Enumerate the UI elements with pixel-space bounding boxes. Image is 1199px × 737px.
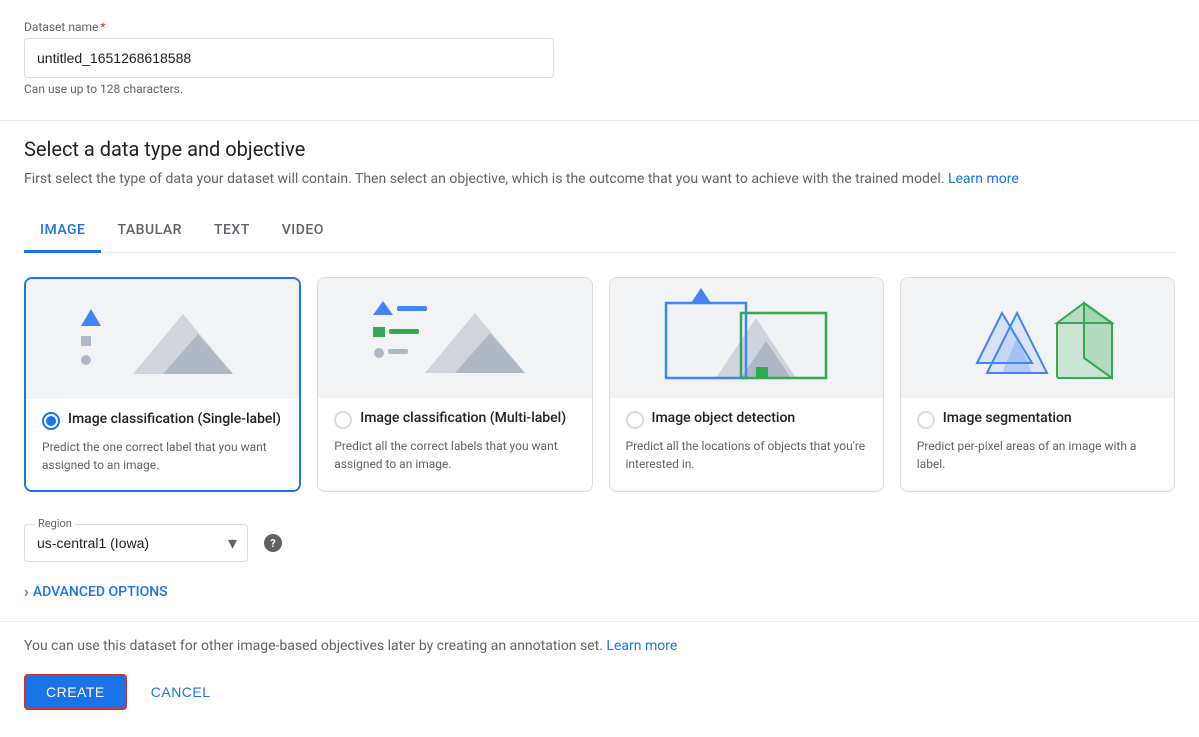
- dataset-name-section: Dataset name* Can use up to 128 characte…: [24, 20, 1175, 96]
- cancel-button[interactable]: CANCEL: [139, 676, 223, 708]
- card-segmentation-content: Image segmentation Predict per-pixel are…: [901, 398, 1174, 489]
- region-select[interactable]: us-central1 (Iowa) us-east1 (South Carol…: [25, 525, 247, 561]
- section-title: Select a data type and objective: [24, 137, 1175, 161]
- section-description: First select the type of data your datas…: [24, 169, 1175, 190]
- tab-text[interactable]: TEXT: [198, 210, 266, 253]
- card-multi-label-content: Image classification (Multi-label) Predi…: [318, 398, 591, 489]
- section-learn-more-link[interactable]: Learn more: [948, 171, 1019, 187]
- divider-1: [0, 120, 1199, 121]
- tab-video[interactable]: VIDEO: [266, 210, 340, 253]
- dataset-name-hint: Can use up to 128 characters.: [24, 82, 1175, 96]
- region-help-icon[interactable]: ?: [264, 534, 282, 552]
- card-segmentation-title: Image segmentation: [943, 410, 1072, 426]
- advanced-options-toggle[interactable]: › ADVANCED OPTIONS: [24, 582, 1175, 601]
- card-segmentation-radio-row: Image segmentation: [917, 410, 1158, 429]
- card-single-label[interactable]: Image classification (Single-label) Pred…: [24, 277, 301, 492]
- tab-tabular[interactable]: TABULAR: [101, 210, 197, 253]
- card-multi-label-title: Image classification (Multi-label): [360, 410, 566, 426]
- card-segmentation[interactable]: Image segmentation Predict per-pixel are…: [900, 277, 1175, 492]
- card-single-label-radio[interactable]: [42, 412, 60, 430]
- data-type-tabs: IMAGE TABULAR TEXT VIDEO: [24, 210, 1175, 253]
- bottom-note: You can use this dataset for other image…: [24, 638, 1175, 654]
- dataset-name-label: Dataset name*: [24, 20, 1175, 34]
- region-select-wrapper: Region us-central1 (Iowa) us-east1 (Sout…: [24, 524, 248, 562]
- card-single-label-desc: Predict the one correct label that you w…: [42, 438, 283, 474]
- card-object-detection-radio[interactable]: [626, 411, 644, 429]
- card-object-detection-desc: Predict all the locations of objects tha…: [626, 437, 867, 473]
- card-object-detection-title: Image object detection: [652, 410, 796, 426]
- card-object-detection-image: [610, 278, 883, 398]
- advanced-options-section: › ADVANCED OPTIONS: [24, 582, 1175, 601]
- action-buttons: CREATE CANCEL: [24, 674, 1175, 710]
- create-button[interactable]: CREATE: [24, 674, 127, 710]
- tab-image[interactable]: IMAGE: [24, 210, 101, 253]
- advanced-options-label: ADVANCED OPTIONS: [33, 584, 168, 600]
- card-single-label-image: [26, 279, 299, 399]
- card-multi-label[interactable]: Image classification (Multi-label) Predi…: [317, 277, 592, 492]
- objective-cards: Image classification (Single-label) Pred…: [24, 277, 1175, 492]
- card-single-label-content: Image classification (Single-label) Pred…: [26, 399, 299, 490]
- card-single-label-title: Image classification (Single-label): [68, 411, 281, 427]
- card-multi-label-image: [318, 278, 591, 398]
- card-multi-label-radio-row: Image classification (Multi-label): [334, 410, 575, 429]
- card-segmentation-desc: Predict per-pixel areas of an image with…: [917, 437, 1158, 473]
- card-object-detection[interactable]: Image object detection Predict all the l…: [609, 277, 884, 492]
- card-single-label-radio-row: Image classification (Single-label): [42, 411, 283, 430]
- card-segmentation-image: [901, 278, 1174, 398]
- divider-2: [0, 621, 1199, 622]
- dataset-name-input[interactable]: [24, 38, 554, 78]
- card-object-detection-content: Image object detection Predict all the l…: [610, 398, 883, 489]
- bottom-note-learn-more-link[interactable]: Learn more: [606, 638, 677, 654]
- advanced-options-chevron: ›: [24, 582, 29, 601]
- card-multi-label-desc: Predict all the correct labels that you …: [334, 437, 575, 473]
- region-label: Region: [35, 517, 75, 530]
- card-segmentation-radio[interactable]: [917, 411, 935, 429]
- card-object-detection-radio-row: Image object detection: [626, 410, 867, 429]
- card-multi-label-radio[interactable]: [334, 411, 352, 429]
- region-section: Region us-central1 (Iowa) us-east1 (Sout…: [24, 524, 1175, 562]
